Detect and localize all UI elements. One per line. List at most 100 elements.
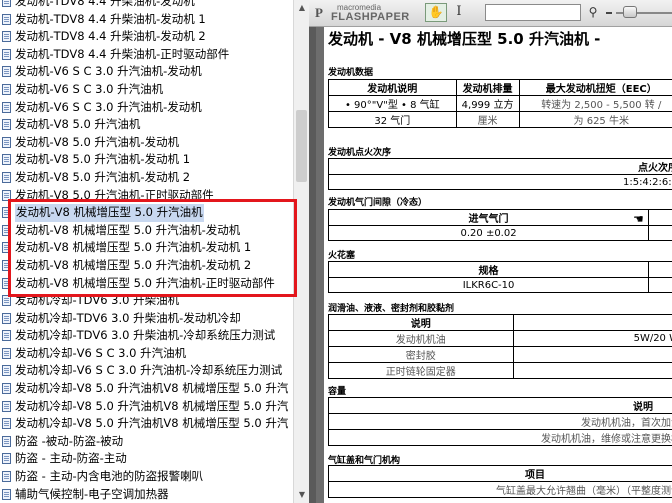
document-icon	[2, 347, 11, 359]
tree-scroll-thumb[interactable]	[296, 110, 307, 182]
scroll-down-arrow-icon[interactable]: ▼	[294, 487, 310, 503]
capacity-row-2: 发动机机油，维修或注意更换机	[447, 429, 672, 446]
tree-item-label: 发动机-V8 5.0 升汽油机-发动机 2	[15, 169, 191, 184]
tree-item[interactable]: 发动机冷却-TDV6 3.0 升柴油机-冷却系统压力测试	[0, 327, 293, 345]
tree-item[interactable]: 发动机-V6 S C 3.0 升汽油机-发动机	[0, 99, 293, 117]
spark-header-extra	[648, 261, 672, 278]
tree-item-label: 发动机-TDV8 4.4 升柴油机-发动机 1	[15, 11, 206, 26]
document-icon	[2, 471, 11, 483]
tree-item[interactable]: 防盗 -被动-防盗-被动	[0, 433, 293, 451]
search-input[interactable]	[485, 4, 581, 21]
flashpaper-viewer: P macromedia FLASHPAPER ✋ I ⚲ 发动机 - V8 机…	[309, 0, 672, 503]
capacity-header: 说明	[447, 397, 672, 414]
capacity-row-1: 发动机机油，首次加注	[447, 413, 672, 430]
engine-desc-2: 32 气门	[328, 111, 457, 128]
document-icon	[2, 312, 11, 324]
engine-torque-2: 为 625 牛米	[518, 111, 672, 128]
cylinder-row: 气缸盖最大允许翘曲（毫米）（平整度测试	[328, 481, 672, 498]
lube-row-3-spec	[512, 362, 672, 379]
tree-item-label: 发动机冷却-V8 5.0 升汽油机V8 机械增压型 5.0 升汽	[15, 398, 289, 413]
section-engine-data: 发动机数据	[328, 68, 374, 78]
tree-item-label: 发动机-TDV8 4.4 升柴油机-发动机 2	[15, 29, 206, 44]
document-page: 发动机 - V8 机械增压型 5.0 升汽油机 - 发动机数据 发动机说明 发动…	[324, 27, 672, 503]
tree-item[interactable]: 发动机冷却-V6 S C 3.0 升汽油机-冷却系统压力测试	[0, 362, 293, 380]
tree-item-label: 发动机-TDV8 4.4 升柴油机-发动机	[15, 0, 195, 8]
cylinder-head-table: 项目 气缸盖最大允许翘曲（毫米）（平整度测试	[328, 465, 672, 498]
firing-header: 点火次序	[328, 158, 672, 175]
engine-header-1: 发动机说明	[328, 79, 457, 96]
document-icon	[2, 383, 11, 395]
tree-item-label: 发动机冷却-V6 S C 3.0 升汽油机-冷却系统压力测试	[15, 363, 283, 378]
tree-item[interactable]: 发动机冷却-V8 5.0 升汽油机V8 机械增压型 5.0 升汽	[0, 380, 293, 398]
hand-tool-icon[interactable]: ✋	[425, 3, 447, 22]
tree-item-label: 防盗 - 主动-内含电池的防盗报警喇叭	[15, 469, 204, 484]
scroll-up-arrow-icon[interactable]: ▲	[294, 0, 310, 16]
capacity-row-2-spacer	[328, 429, 448, 446]
spark-value: ILKR6C-10	[327, 277, 650, 293]
page-left-strip	[309, 27, 324, 503]
section-firing-order: 发动机点火次序	[328, 148, 392, 158]
spark-header: 规格	[327, 261, 650, 278]
lube-row-3-name: 正时链轮固定器	[328, 362, 514, 379]
engine-displacement: 4,999 立方	[455, 95, 520, 112]
document-icon	[2, 13, 11, 25]
tree-item-label: 防盗 - 主动-防盗-主动	[15, 451, 127, 466]
section-capacity: 容量	[328, 387, 347, 397]
section-spark-plug: 火花塞	[328, 251, 356, 261]
section-valve-clearance: 发动机气门间隙（冷态）	[328, 198, 428, 208]
tree-item[interactable]: 发动机-V6 S C 3.0 升汽油机	[0, 81, 293, 99]
document-icon	[2, 171, 11, 183]
document-icon	[2, 400, 11, 412]
selection-highlight-box	[8, 199, 297, 297]
tree-item[interactable]: 发动机-V8 5.0 升汽油机-发动机	[0, 134, 293, 152]
capacity-row-1-spacer	[328, 413, 448, 430]
engine-data-table: 发动机说明 发动机排量 最大发动机扭矩（EEC） • 90°"V"型 • 8 气…	[328, 79, 672, 128]
tree-item-label: 发动机冷却-V6 S C 3.0 升汽油机	[15, 345, 187, 360]
zoom-out-icon[interactable]	[606, 12, 612, 14]
document-icon	[2, 83, 11, 95]
document-icon	[2, 66, 11, 78]
tree-item[interactable]: 发动机冷却-V6 S C 3.0 升汽油机	[0, 345, 293, 363]
tree-item[interactable]: 发动机-TDV8 4.4 升柴油机-发动机 2	[0, 28, 293, 46]
tree-item[interactable]: 发动机-V8 5.0 升汽油机	[0, 116, 293, 134]
document-icon	[2, 488, 11, 500]
engine-torque: 转速为 2,500 - 5,500 转 /	[518, 95, 672, 112]
tree-item-label: 发动机-V6 S C 3.0 升汽油机	[15, 81, 164, 96]
document-icon	[2, 31, 11, 43]
tree-item[interactable]: 发动机-TDV8 4.4 升柴油机-发动机 1	[0, 11, 293, 29]
tree-item[interactable]: 发动机冷却-TDV6 3.0 升柴油机-发动机冷却	[0, 310, 293, 328]
search-icon[interactable]: ⚲	[585, 4, 601, 20]
tree-item-label: 发动机冷却-TDV6 3.0 升柴油机-发动机冷却	[15, 310, 241, 325]
tree-item[interactable]: 发动机-V8 5.0 升汽油机-发动机 2	[0, 169, 293, 187]
valve-value-extra	[648, 225, 672, 241]
document-icon	[2, 154, 11, 166]
tree-item[interactable]: 防盗 - 主动-内含电池的防盗报警喇叭	[0, 468, 293, 486]
tree-item[interactable]: 防盗 - 主动-防盗-主动	[0, 450, 293, 468]
tree-item[interactable]: 发动机冷却-V8 5.0 升汽油机V8 机械增压型 5.0 升汽	[0, 415, 293, 433]
document-icon	[2, 365, 11, 377]
lube-header-extra	[512, 314, 672, 331]
lubricants-table: 说明 发动机机油 5W/20 W 密封胶 正时链轮固定器	[328, 314, 672, 379]
tree-item-label: 发动机-V6 S C 3.0 升汽油机-发动机	[15, 64, 202, 79]
tree-item[interactable]: 发动机-TDV8 4.4 升柴油机-正时驱动部件	[0, 46, 293, 64]
valve-header-extra	[648, 209, 672, 226]
tree-item-label: 发动机-V8 5.0 升汽油机-发动机 1	[15, 152, 191, 167]
tree-item[interactable]: 发动机-V8 5.0 升汽油机-发动机 1	[0, 151, 293, 169]
cylinder-header: 项目	[328, 465, 672, 482]
capacity-header-spacer	[328, 397, 448, 414]
valve-clearance-table: 进气气门 0.20 ±0.02	[327, 209, 672, 241]
document-icon	[2, 418, 11, 430]
document-icon	[2, 435, 11, 447]
tree-item-label: 辅助气候控制-电子空调加热器	[15, 486, 169, 501]
text-select-tool-icon[interactable]: I	[453, 4, 465, 22]
tree-item-label: 发动机-V6 S C 3.0 升汽油机-发动机	[15, 99, 202, 114]
tree-item[interactable]: 辅助气候控制-电子空调加热器	[0, 486, 293, 503]
brand-big: FLASHPAPER	[331, 11, 410, 23]
document-icon	[2, 101, 11, 113]
tree-item[interactable]: 发动机-TDV8 4.4 升柴油机-发动机	[0, 0, 293, 11]
tree-item[interactable]: 发动机冷却-V8 5.0 升汽油机V8 机械增压型 5.0 升汽	[0, 398, 293, 416]
tree-item[interactable]: 发动机-V6 S C 3.0 升汽油机-发动机	[0, 63, 293, 81]
lube-row-2-name: 密封胶	[328, 346, 514, 363]
zoom-slider-thumb[interactable]	[623, 6, 638, 18]
viewer-toolbar: P macromedia FLASHPAPER ✋ I ⚲	[309, 0, 672, 27]
